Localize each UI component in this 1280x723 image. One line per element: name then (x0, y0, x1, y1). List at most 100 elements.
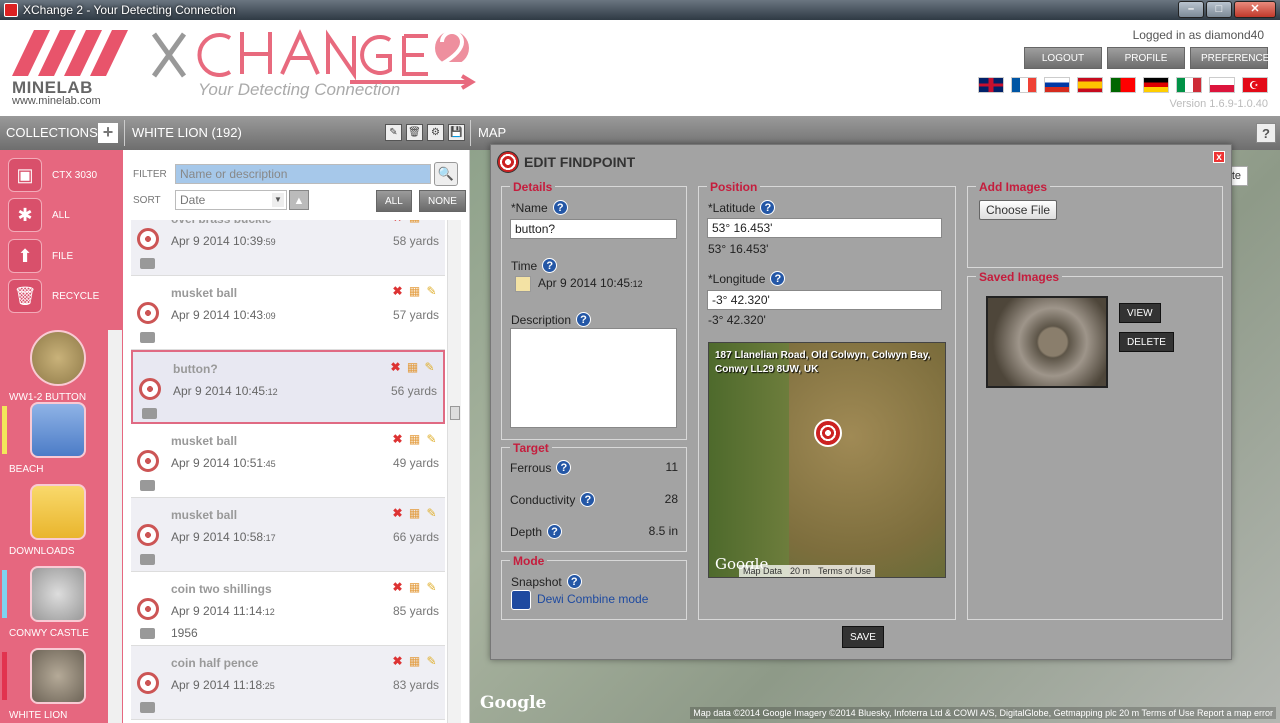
findpoint-mini-map[interactable]: 187 Llanelian Road, Old Colwyn, Colwyn B… (708, 342, 946, 578)
edit-findpoint-icon[interactable]: ✎ (424, 220, 439, 225)
export-collection-icon[interactable]: ⚙ (427, 124, 444, 141)
list-item[interactable]: button? Apr 9 2014 10:45:12 56 yards ✖ ▦ ✎ (131, 350, 445, 424)
logout-button[interactable]: LOGOUT (1024, 47, 1102, 69)
findpoint-marker-icon[interactable] (814, 419, 842, 447)
map-locate-icon[interactable]: ▦ (407, 432, 422, 447)
latitude-input[interactable]: 53° 16.453' (707, 218, 942, 238)
delete-findpoint-icon[interactable]: ✖ (390, 432, 405, 447)
sidebar-item-file[interactable]: ⬆ FILE (8, 239, 73, 273)
help-icon[interactable]: ? (760, 200, 776, 215)
flag-spain-icon[interactable] (1077, 77, 1103, 93)
list-item[interactable]: musket ball Apr 9 2014 10:43:09 57 yards ✖ ▦… (131, 276, 445, 350)
sidebar-item-all[interactable]: ✱ ALL (8, 198, 70, 232)
choose-file-button[interactable]: Choose File (979, 200, 1058, 220)
delete-findpoint-icon[interactable]: ✖ (390, 580, 405, 595)
edit-findpoint-icon[interactable]: ✎ (424, 432, 439, 447)
delete-image-button[interactable]: DELETE (1119, 332, 1174, 352)
sidebar-item-recycle[interactable]: 🗑 RECYCLE (8, 279, 99, 313)
minimize-button[interactable]: – (1178, 1, 1204, 18)
delete-findpoint-icon[interactable]: ✖ (388, 360, 403, 375)
select-none-button[interactable]: NONE (419, 190, 466, 212)
edit-findpoint-icon[interactable]: ✎ (424, 580, 439, 595)
flag-france-icon[interactable] (1011, 77, 1037, 93)
name-input[interactable]: button? (510, 219, 677, 239)
map-locate-icon[interactable]: ▦ (407, 654, 422, 669)
list-item[interactable]: musket ball Apr 9 2014 10:58:17 66 yards ✖ ▦… (131, 498, 445, 572)
help-icon[interactable]: ? (566, 574, 582, 589)
select-all-button[interactable]: ALL (376, 190, 412, 212)
edit-findpoint-icon[interactable]: ✎ (422, 360, 437, 375)
list-item[interactable]: ovel brass buckle Apr 9 2014 10:39:59 58 y… (131, 220, 445, 276)
edit-findpoint-icon[interactable]: ✎ (424, 654, 439, 669)
flag-germany-icon[interactable] (1143, 77, 1169, 93)
collection-downloads[interactable]: DOWNLOADS (8, 484, 108, 557)
camera-icon[interactable] (142, 408, 157, 419)
sort-direction-button[interactable]: ▲ (289, 190, 309, 210)
help-icon[interactable]: ? (556, 460, 572, 475)
map-data-label[interactable]: Map Data (743, 566, 782, 576)
delete-findpoint-icon[interactable]: ✖ (390, 506, 405, 521)
camera-icon[interactable] (140, 702, 155, 713)
delete-findpoint-icon[interactable]: ✖ (390, 220, 405, 225)
search-icon[interactable]: 🔍 (434, 162, 458, 186)
help-icon[interactable]: ? (542, 258, 558, 273)
edit-findpoint-icon[interactable]: ✎ (424, 506, 439, 521)
map-locate-icon[interactable]: ▦ (405, 360, 420, 375)
save-collection-icon[interactable]: 💾 (448, 124, 465, 141)
edit-time-icon[interactable] (515, 276, 531, 292)
collection-white-lion[interactable]: WHITE LION (8, 648, 108, 721)
help-button[interactable]: ? (1256, 123, 1276, 143)
map-locate-icon[interactable]: ▦ (407, 580, 422, 595)
list-item[interactable]: musket ball Apr 9 2014 10:51:45 49 yards ✖ ▦… (131, 424, 445, 498)
scroll-thumb[interactable] (450, 406, 460, 420)
camera-icon[interactable] (140, 554, 155, 565)
edit-collection-icon[interactable]: ✎ (385, 124, 402, 141)
flag-turkey-icon[interactable]: ☪ (1242, 77, 1268, 93)
flag-uk-icon[interactable] (978, 77, 1004, 93)
snapshot-link[interactable]: Dewi Combine mode (537, 592, 648, 606)
help-icon[interactable]: ? (580, 492, 596, 507)
description-textarea[interactable] (510, 328, 677, 428)
list-item[interactable]: coin half pence Apr 9 2014 11:18:25 83 yar… (131, 646, 445, 720)
help-icon[interactable]: ? (770, 271, 786, 286)
help-icon[interactable]: ? (547, 524, 563, 539)
flag-poland-icon[interactable] (1209, 77, 1235, 93)
help-icon[interactable]: ? (576, 312, 592, 327)
camera-icon[interactable] (140, 480, 155, 491)
flag-italy-icon[interactable] (1176, 77, 1202, 93)
camera-icon[interactable] (140, 628, 155, 639)
delete-findpoint-icon[interactable]: ✖ (390, 654, 405, 669)
flag-portugal-icon[interactable] (1110, 77, 1136, 93)
collection-conwy-castle[interactable]: CONWY CASTLE (8, 566, 108, 639)
collections-scrollbar[interactable] (108, 330, 122, 723)
help-icon[interactable]: ? (552, 200, 568, 215)
preferences-button[interactable]: PREFERENCES (1190, 47, 1276, 69)
delete-collection-icon[interactable]: 🗑 (406, 124, 423, 141)
longitude-input[interactable]: -3° 42.320' (707, 290, 942, 310)
flag-russia-icon[interactable] (1044, 77, 1070, 93)
sort-select[interactable]: Date (175, 190, 287, 210)
filter-input[interactable]: Name or description (175, 164, 431, 184)
list-item[interactable]: coin two shillings Apr 9 2014 11:14:12 195… (131, 572, 445, 646)
map-locate-icon[interactable]: ▦ (407, 220, 422, 225)
collection-ww1-2-button[interactable]: WW1-2 BUTTON (8, 330, 108, 403)
collection-beach[interactable]: BEACH (8, 402, 108, 475)
view-image-button[interactable]: VIEW (1119, 303, 1161, 323)
add-collection-button[interactable]: + (98, 123, 118, 143)
maximize-button[interactable]: □ (1206, 1, 1232, 18)
list-scrollbar[interactable] (447, 220, 461, 723)
map-locate-icon[interactable]: ▦ (407, 506, 422, 521)
close-window-button[interactable]: ✕ (1234, 1, 1276, 18)
camera-icon[interactable] (140, 258, 155, 269)
map-locate-icon[interactable]: ▦ (407, 284, 422, 299)
delete-findpoint-icon[interactable]: ✖ (390, 284, 405, 299)
save-button[interactable]: SAVE (842, 626, 884, 648)
close-dialog-button[interactable]: x (1213, 151, 1225, 163)
snapshot-icon[interactable] (511, 590, 531, 610)
saved-image-thumbnail[interactable] (986, 296, 1108, 388)
edit-findpoint-icon[interactable]: ✎ (424, 284, 439, 299)
profile-button[interactable]: PROFILE (1107, 47, 1185, 69)
sidebar-item-ctx3030[interactable]: ▣ CTX 3030 (8, 158, 97, 192)
map-terms-link[interactable]: Terms of Use (818, 566, 871, 576)
camera-icon[interactable] (140, 332, 155, 343)
